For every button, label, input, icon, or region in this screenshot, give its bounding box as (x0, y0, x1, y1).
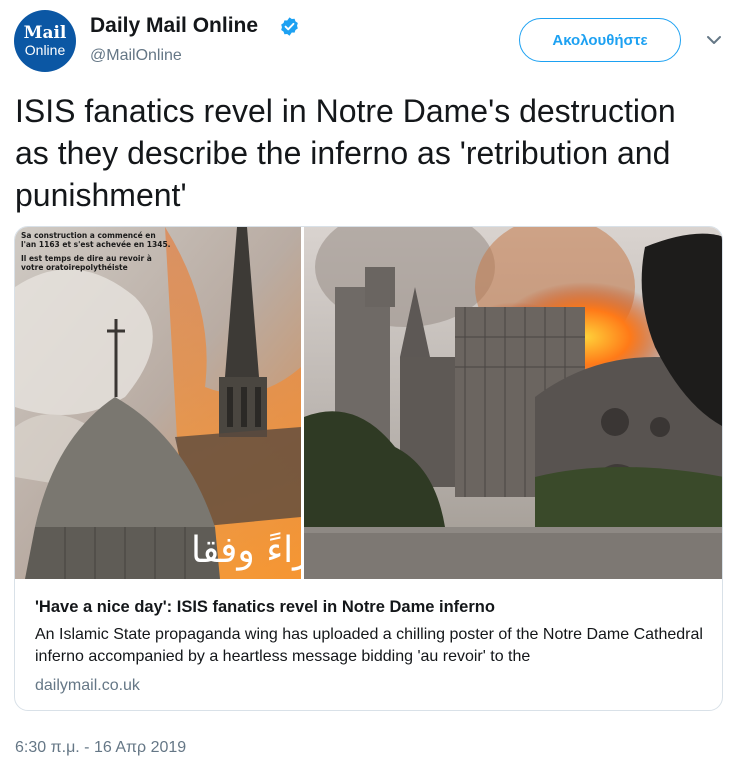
poster-caption-1: Sa construction a commencé en (21, 231, 156, 240)
link-card[interactable]: Sa construction a commencé en l'an 1163 … (14, 226, 723, 711)
card-description: An Islamic State propaganda wing has upl… (35, 626, 703, 665)
poster-caption-3: Il est temps de dire au revoir à (21, 254, 152, 263)
card-domain: dailymail.co.uk (35, 677, 140, 694)
poster-caption-2: l'an 1163 et s'est achevée en 1345. (21, 240, 171, 249)
avatar[interactable]: Mail Online (14, 10, 76, 72)
account-name[interactable]: Daily Mail Online (90, 14, 258, 38)
avatar-logo-line2: Online (24, 41, 66, 58)
tweet-text: ISIS fanatics revel in Notre Dame's dest… (15, 93, 676, 213)
tweet-timestamp[interactable]: 6:30 π.μ. - 16 Απρ 2019 (15, 739, 186, 757)
follow-button[interactable]: Ακολουθήστε (519, 18, 681, 62)
verified-badge-icon (281, 17, 298, 36)
account-handle[interactable]: @MailOnline (90, 47, 182, 65)
poster-caption-4: votre oratoirepolythéiste (21, 263, 128, 272)
avatar-logo-line1: Mail (23, 22, 67, 43)
card-title[interactable]: 'Have a nice day': ISIS fanatics revel i… (35, 598, 495, 617)
chevron-down-icon[interactable] (706, 34, 722, 46)
card-image[interactable]: Sa construction a commencé en l'an 1163 … (15, 227, 723, 579)
